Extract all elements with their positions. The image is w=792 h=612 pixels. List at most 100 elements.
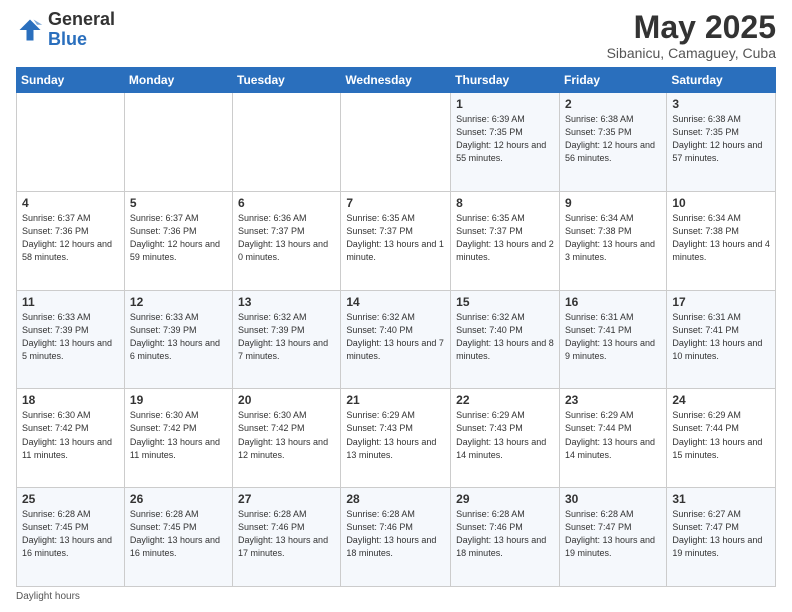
day-info: Sunrise: 6:28 AM Sunset: 7:47 PM Dayligh…: [565, 508, 661, 560]
day-info: Sunrise: 6:30 AM Sunset: 7:42 PM Dayligh…: [238, 409, 335, 461]
calendar-cell: 26 Sunrise: 6:28 AM Sunset: 7:45 PM Dayli…: [124, 488, 232, 587]
day-info: Sunrise: 6:35 AM Sunset: 7:37 PM Dayligh…: [346, 212, 445, 264]
day-number: 12: [130, 295, 227, 309]
day-info: Sunrise: 6:28 AM Sunset: 7:45 PM Dayligh…: [22, 508, 119, 560]
calendar-cell: 31 Sunrise: 6:27 AM Sunset: 7:47 PM Dayli…: [667, 488, 776, 587]
day-info: Sunrise: 6:29 AM Sunset: 7:44 PM Dayligh…: [565, 409, 661, 461]
calendar-header-saturday: Saturday: [667, 68, 776, 93]
calendar-cell: 15 Sunrise: 6:32 AM Sunset: 7:40 PM Dayli…: [451, 290, 560, 389]
calendar-cell: 9Sunrise: 6:34 AM Sunset: 7:38 PM Daylig…: [559, 191, 666, 290]
calendar-cell: 18Sunrise: 6:30 AM Sunset: 7:42 PM Dayli…: [17, 389, 125, 488]
day-number: 3: [672, 97, 770, 111]
day-number: 28: [346, 492, 445, 506]
day-number: 8: [456, 196, 554, 210]
day-number: 7: [346, 196, 445, 210]
calendar-cell: 10 Sunrise: 6:34 AM Sunset: 7:38 PM Dayli…: [667, 191, 776, 290]
day-info: Sunrise: 6:29 AM Sunset: 7:43 PM Dayligh…: [346, 409, 445, 461]
day-number: 11: [22, 295, 119, 309]
calendar-cell: 2 Sunrise: 6:38 AM Sunset: 7:35 PM Daylig…: [559, 93, 666, 192]
calendar-cell: 28 Sunrise: 6:28 AM Sunset: 7:46 PM Dayli…: [341, 488, 451, 587]
calendar-cell: 21Sunrise: 6:29 AM Sunset: 7:43 PM Dayli…: [341, 389, 451, 488]
day-number: 2: [565, 97, 661, 111]
calendar-table: SundayMondayTuesdayWednesdayThursdayFrid…: [16, 67, 776, 587]
day-info: Sunrise: 6:29 AM Sunset: 7:43 PM Dayligh…: [456, 409, 554, 461]
day-number: 6: [238, 196, 335, 210]
logo-general-text: General: [48, 9, 115, 29]
calendar-week-row: 1 Sunrise: 6:39 AM Sunset: 7:35 PM Daylig…: [17, 93, 776, 192]
day-number: 24: [672, 393, 770, 407]
day-number: 26: [130, 492, 227, 506]
calendar-cell: 27Sunrise: 6:28 AM Sunset: 7:46 PM Dayli…: [233, 488, 341, 587]
day-info: Sunrise: 6:38 AM Sunset: 7:35 PM Dayligh…: [565, 113, 661, 165]
logo: General Blue: [16, 10, 115, 50]
calendar-cell: 5 Sunrise: 6:37 AM Sunset: 7:36 PM Daylig…: [124, 191, 232, 290]
calendar-cell: 13Sunrise: 6:32 AM Sunset: 7:39 PM Dayli…: [233, 290, 341, 389]
day-info: Sunrise: 6:33 AM Sunset: 7:39 PM Dayligh…: [22, 311, 119, 363]
calendar-cell: 11 Sunrise: 6:33 AM Sunset: 7:39 PM Dayli…: [17, 290, 125, 389]
day-number: 4: [22, 196, 119, 210]
calendar-header-wednesday: Wednesday: [341, 68, 451, 93]
day-info: Sunrise: 6:39 AM Sunset: 7:35 PM Dayligh…: [456, 113, 554, 165]
calendar-header-friday: Friday: [559, 68, 666, 93]
day-number: 19: [130, 393, 227, 407]
day-number: 14: [346, 295, 445, 309]
day-number: 17: [672, 295, 770, 309]
day-info: Sunrise: 6:28 AM Sunset: 7:46 PM Dayligh…: [456, 508, 554, 560]
calendar-cell: 12 Sunrise: 6:33 AM Sunset: 7:39 PM Dayli…: [124, 290, 232, 389]
calendar-cell: 7 Sunrise: 6:35 AM Sunset: 7:37 PM Daylig…: [341, 191, 451, 290]
calendar-cell: 19 Sunrise: 6:30 AM Sunset: 7:42 PM Dayli…: [124, 389, 232, 488]
day-info: Sunrise: 6:31 AM Sunset: 7:41 PM Dayligh…: [565, 311, 661, 363]
day-number: 31: [672, 492, 770, 506]
calendar-cell: 3 Sunrise: 6:38 AM Sunset: 7:35 PM Daylig…: [667, 93, 776, 192]
day-number: 22: [456, 393, 554, 407]
calendar-header-row: SundayMondayTuesdayWednesdayThursdayFrid…: [17, 68, 776, 93]
calendar-cell: 29 Sunrise: 6:28 AM Sunset: 7:46 PM Dayli…: [451, 488, 560, 587]
calendar-cell: 14 Sunrise: 6:32 AM Sunset: 7:40 PM Dayli…: [341, 290, 451, 389]
day-number: 13: [238, 295, 335, 309]
day-number: 23: [565, 393, 661, 407]
day-number: 16: [565, 295, 661, 309]
day-info: Sunrise: 6:33 AM Sunset: 7:39 PM Dayligh…: [130, 311, 227, 363]
day-info: Sunrise: 6:32 AM Sunset: 7:40 PM Dayligh…: [456, 311, 554, 363]
calendar-week-row: 18Sunrise: 6:30 AM Sunset: 7:42 PM Dayli…: [17, 389, 776, 488]
day-info: Sunrise: 6:29 AM Sunset: 7:44 PM Dayligh…: [672, 409, 770, 461]
day-number: 29: [456, 492, 554, 506]
calendar-cell: 6 Sunrise: 6:36 AM Sunset: 7:37 PM Daylig…: [233, 191, 341, 290]
day-info: Sunrise: 6:30 AM Sunset: 7:42 PM Dayligh…: [22, 409, 119, 461]
logo-blue-text: Blue: [48, 29, 87, 49]
calendar-cell: [124, 93, 232, 192]
calendar-cell: 17 Sunrise: 6:31 AM Sunset: 7:41 PM Dayli…: [667, 290, 776, 389]
calendar-cell: 4Sunrise: 6:37 AM Sunset: 7:36 PM Daylig…: [17, 191, 125, 290]
page: General Blue May 2025 Sibanicu, Camaguey…: [0, 0, 792, 612]
calendar-cell: [341, 93, 451, 192]
day-number: 10: [672, 196, 770, 210]
day-info: Sunrise: 6:28 AM Sunset: 7:46 PM Dayligh…: [346, 508, 445, 560]
day-info: Sunrise: 6:30 AM Sunset: 7:42 PM Dayligh…: [130, 409, 227, 461]
day-info: Sunrise: 6:38 AM Sunset: 7:35 PM Dayligh…: [672, 113, 770, 165]
day-number: 1: [456, 97, 554, 111]
calendar-week-row: 4 Sunrise: 6:37 AM Sunset: 7:36 PM Daylig…: [17, 191, 776, 290]
day-info: Sunrise: 6:32 AM Sunset: 7:40 PM Dayligh…: [346, 311, 445, 363]
calendar-week-row: 11 Sunrise: 6:33 AM Sunset: 7:39 PM Dayli…: [17, 290, 776, 389]
day-info: Sunrise: 6:27 AM Sunset: 7:47 PM Dayligh…: [672, 508, 770, 560]
calendar-week-row: 25Sunrise: 6:28 AM Sunset: 7:45 PM Dayli…: [17, 488, 776, 587]
day-info: Sunrise: 6:28 AM Sunset: 7:46 PM Dayligh…: [238, 508, 335, 560]
calendar-header-tuesday: Tuesday: [233, 68, 341, 93]
calendar-cell: 25Sunrise: 6:28 AM Sunset: 7:45 PM Dayli…: [17, 488, 125, 587]
day-info: Sunrise: 6:31 AM Sunset: 7:41 PM Dayligh…: [672, 311, 770, 363]
day-info: Sunrise: 6:37 AM Sunset: 7:36 PM Dayligh…: [130, 212, 227, 264]
logo-icon: [16, 16, 44, 44]
day-number: 9: [565, 196, 661, 210]
calendar-header-thursday: Thursday: [451, 68, 560, 93]
calendar-cell: 24 Sunrise: 6:29 AM Sunset: 7:44 PM Dayli…: [667, 389, 776, 488]
title-block: May 2025 Sibanicu, Camaguey, Cuba: [607, 10, 776, 61]
calendar-cell: 30Sunrise: 6:28 AM Sunset: 7:47 PM Dayli…: [559, 488, 666, 587]
day-number: 5: [130, 196, 227, 210]
day-number: 15: [456, 295, 554, 309]
day-info: Sunrise: 6:36 AM Sunset: 7:37 PM Dayligh…: [238, 212, 335, 264]
calendar-cell: [233, 93, 341, 192]
calendar-cell: 23 Sunrise: 6:29 AM Sunset: 7:44 PM Dayli…: [559, 389, 666, 488]
calendar-cell: 22 Sunrise: 6:29 AM Sunset: 7:43 PM Dayli…: [451, 389, 560, 488]
day-info: Sunrise: 6:34 AM Sunset: 7:38 PM Dayligh…: [672, 212, 770, 264]
day-info: Sunrise: 6:28 AM Sunset: 7:45 PM Dayligh…: [130, 508, 227, 560]
